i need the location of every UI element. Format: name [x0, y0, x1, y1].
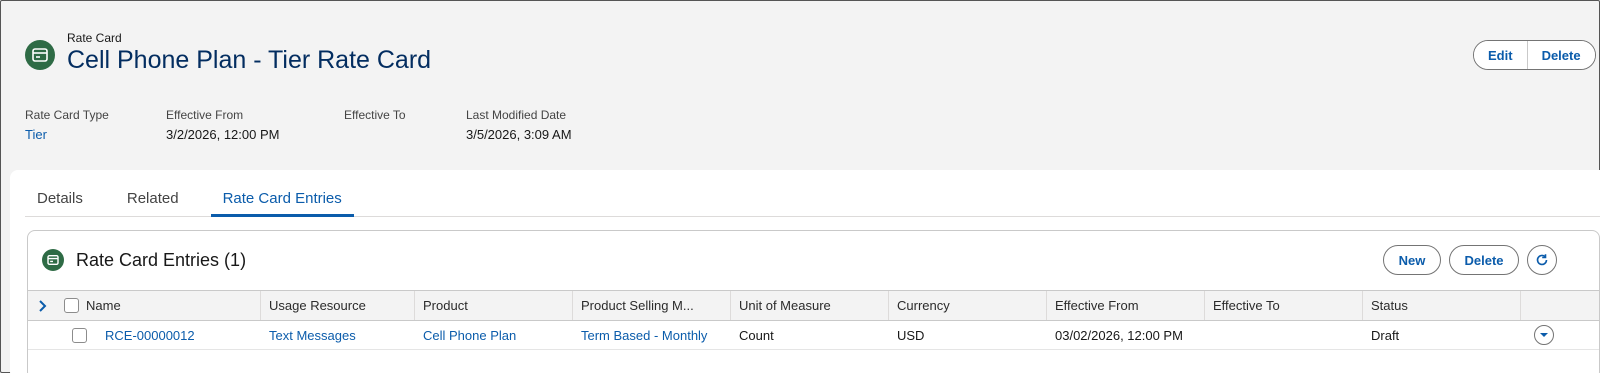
- table-header-row: Name Usage Resource Product Product Sell…: [28, 290, 1599, 321]
- cell-unit-of-measure: Count: [739, 327, 774, 343]
- column-header-product-selling-model[interactable]: Product Selling M...: [573, 291, 731, 320]
- row-actions-menu[interactable]: [1526, 321, 1566, 349]
- field-label: Effective From: [166, 108, 244, 122]
- field-last-modified-date: Last Modified Date 3/5/2026, 3:09 AM: [466, 108, 572, 142]
- cell-usage-resource-link[interactable]: Text Messages: [261, 321, 415, 349]
- column-header-name[interactable]: Name: [78, 291, 261, 320]
- column-header-actions: [1521, 291, 1599, 320]
- related-list-card: Rate Card Entries (1) New Delete Name Us…: [27, 230, 1600, 373]
- field-value: 3/5/2026, 3:09 AM: [466, 127, 572, 142]
- field-label: Effective To: [344, 108, 406, 122]
- field-effective-from: Effective From 3/2/2026, 12:00 PM: [166, 108, 279, 142]
- tab-rate-card-entries[interactable]: Rate Card Entries: [210, 184, 354, 217]
- column-header-usage-resource[interactable]: Usage Resource: [261, 291, 415, 320]
- rate-card-icon: [25, 40, 55, 70]
- column-header-product[interactable]: Product: [415, 291, 573, 320]
- related-list-title: Rate Card Entries (1): [76, 250, 247, 270]
- refresh-icon: [1536, 254, 1548, 266]
- field-label: Last Modified Date: [466, 108, 567, 122]
- column-header-effective-to[interactable]: Effective To: [1205, 291, 1363, 320]
- table-row: RCE-00000012 Text Messages Cell Phone Pl…: [28, 321, 1599, 350]
- column-header-status[interactable]: Status: [1363, 291, 1521, 320]
- field-rate-card-type: Rate Card Type Tier: [25, 108, 109, 142]
- cell-currency: USD: [897, 327, 925, 343]
- edit-button[interactable]: Edit: [1474, 41, 1527, 69]
- cell-product-link[interactable]: Cell Phone Plan: [415, 321, 573, 349]
- object-label: Rate Card: [67, 31, 122, 45]
- column-header-currency[interactable]: Currency: [889, 291, 1047, 320]
- cell-effective-to: [1205, 321, 1363, 349]
- related-list-actions: New Delete: [1383, 245, 1557, 275]
- tab-related[interactable]: Related: [115, 184, 191, 217]
- chevron-down-icon: [1540, 333, 1548, 337]
- cell-selling-model-link[interactable]: Term Based - Monthly: [573, 321, 731, 349]
- delete-entries-button[interactable]: Delete: [1449, 245, 1519, 275]
- tab-bar: Details Related Rate Card Entries: [25, 184, 1600, 217]
- delete-button[interactable]: Delete: [1526, 41, 1595, 69]
- cell-status: Draft: [1371, 327, 1400, 343]
- field-label: Rate Card Type: [25, 108, 109, 122]
- new-button[interactable]: New: [1383, 245, 1441, 275]
- rate-card-entries-icon: [42, 249, 64, 271]
- page-title: Cell Phone Plan - Tier Rate Card: [67, 46, 432, 74]
- field-effective-to: Effective To: [344, 108, 406, 127]
- row-checkbox[interactable]: [64, 321, 88, 349]
- header-button-group: Edit Delete: [1473, 40, 1596, 70]
- entries-table: Name Usage Resource Product Product Sell…: [28, 290, 1599, 350]
- tab-details[interactable]: Details: [25, 184, 95, 217]
- column-header-effective-from[interactable]: Effective From: [1047, 291, 1205, 320]
- field-value: Tier: [25, 127, 47, 142]
- cell-name-link[interactable]: RCE-00000012: [97, 321, 261, 349]
- field-value: 3/2/2026, 12:00 PM: [166, 127, 280, 142]
- cell-effective-from: 03/02/2026, 12:00 PM: [1055, 327, 1183, 343]
- refresh-button[interactable]: [1527, 245, 1557, 275]
- column-header-unit-of-measure[interactable]: Unit of Measure: [731, 291, 889, 320]
- expand-chevron-icon[interactable]: [28, 291, 60, 320]
